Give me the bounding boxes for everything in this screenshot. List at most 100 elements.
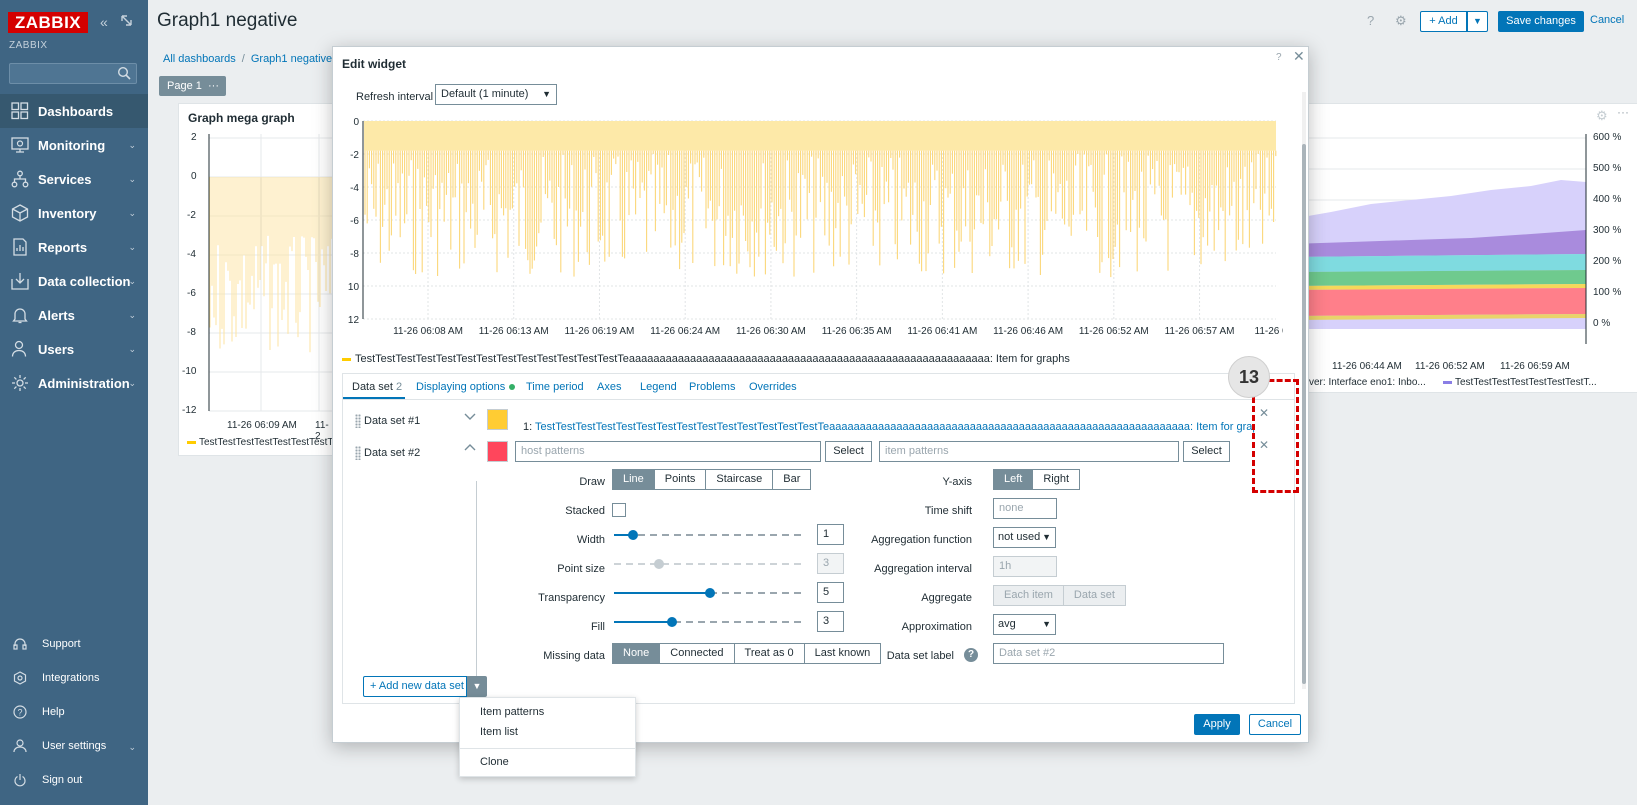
sidebar-item-alerts[interactable]: Alerts ⌄	[0, 298, 148, 332]
sidebar-search-input[interactable]	[9, 63, 137, 84]
help-icon[interactable]: ?	[1276, 52, 1282, 63]
cancel-edit-link[interactable]: Cancel	[1590, 14, 1624, 26]
draw-label: Draw	[579, 476, 605, 488]
drag-handle-icon[interactable]	[355, 414, 361, 428]
tab-problems[interactable]: Problems	[689, 381, 735, 393]
breadcrumb-all-dashboards[interactable]: All dashboards	[163, 53, 236, 65]
sidebar-item-users[interactable]: Users ⌄	[0, 332, 148, 366]
page-title: Graph1 negative	[157, 10, 298, 31]
menu-item-clone[interactable]: Clone	[480, 756, 509, 768]
menu-item-item-patterns[interactable]: Item patterns	[480, 706, 544, 718]
y-axis-toggle[interactable]: Left Right	[993, 469, 1081, 490]
add-data-set-dropdown-button[interactable]: ▼	[467, 676, 487, 697]
missing-data-toggle[interactable]: None Connected Treat as 0 Last known	[612, 643, 882, 664]
gear-icon[interactable]: ⚙	[1395, 13, 1407, 29]
select-items-button[interactable]: Select	[1183, 441, 1230, 462]
stacked-checkbox[interactable]	[612, 503, 626, 517]
legend-item: TestTestTestTestTestTestTestTest	[187, 437, 346, 448]
tab-displaying-options[interactable]: Displaying options	[416, 381, 516, 393]
sidebar-item-data-collection[interactable]: Data collection ⌄	[0, 264, 148, 298]
point-size-input[interactable]: 3	[817, 553, 844, 574]
item-patterns-input[interactable]: item patterns	[879, 441, 1179, 462]
chevron-down-icon[interactable]	[464, 410, 476, 425]
help-icon[interactable]: ?	[1367, 13, 1374, 28]
add-dropdown-button[interactable]: ▼	[1467, 11, 1488, 32]
refresh-interval-select[interactable]: Default (1 minute) ▼	[435, 84, 557, 105]
integrations-icon	[12, 670, 28, 686]
aggregation-interval-input[interactable]: 1h	[993, 556, 1057, 577]
add-new-data-set-button[interactable]: + Add new data set	[363, 676, 467, 697]
sidebar-item-monitoring[interactable]: Monitoring ⌄	[0, 128, 148, 162]
zabbix-logo[interactable]: ZABBIX	[8, 12, 88, 33]
sidebar-item-inventory[interactable]: Inventory ⌄	[0, 196, 148, 230]
draw-bar-option[interactable]: Bar	[772, 469, 812, 490]
chevron-up-icon[interactable]	[464, 442, 476, 457]
y-axis-right-option[interactable]: Right	[1032, 469, 1081, 490]
slider-knob[interactable]	[705, 588, 715, 598]
aggregate-each-item-option[interactable]: Each item	[993, 585, 1064, 606]
sidebar-item-integrations[interactable]: Integrations	[0, 663, 148, 693]
missing-connected-option[interactable]: Connected	[659, 643, 735, 664]
slider-knob[interactable]	[667, 617, 677, 627]
search-icon[interactable]	[117, 66, 131, 83]
sidebar-item-sign-out[interactable]: Sign out	[0, 765, 148, 795]
host-patterns-input[interactable]: host patterns	[515, 441, 821, 462]
sidebar-item-user-settings[interactable]: User settings ⌄	[0, 731, 148, 761]
width-input[interactable]: 1	[817, 524, 844, 545]
draw-points-option[interactable]: Points	[653, 469, 707, 490]
y-axis-left-option[interactable]: Left	[993, 469, 1034, 490]
tab-data-set[interactable]: Data set 2	[352, 381, 402, 393]
dataset-1-color-picker[interactable]	[487, 409, 508, 430]
aggregate-data-set-option[interactable]: Data set	[1062, 585, 1126, 606]
select-hosts-button[interactable]: Select	[825, 441, 872, 462]
sidebar-item-dashboards[interactable]: Dashboards	[0, 94, 148, 128]
sidebar-item-reports[interactable]: Reports ⌄	[0, 230, 148, 264]
scrollbar-thumb[interactable]	[1302, 144, 1306, 684]
time-shift-input[interactable]: none	[993, 498, 1057, 519]
approximation-select[interactable]: avg ▼	[993, 614, 1056, 635]
dataset-1-item-name[interactable]: TestTestTestTestTestTestTestTestTestTest…	[535, 421, 1255, 433]
sidebar-item-administration[interactable]: Administration ⌄	[0, 366, 148, 400]
missing-none-option[interactable]: None	[612, 643, 661, 664]
drag-handle-icon[interactable]	[355, 446, 361, 460]
data-set-label-input[interactable]: Data set #2	[993, 643, 1224, 664]
draw-type-toggle[interactable]: Line Points Staircase Bar	[612, 469, 812, 490]
help-icon[interactable]: ?	[964, 648, 978, 662]
slider-knob[interactable]	[654, 559, 664, 569]
menu-item-item-list[interactable]: Item list	[480, 726, 518, 738]
fill-slider[interactable]	[614, 616, 806, 628]
point-size-slider[interactable]	[614, 558, 806, 570]
missing-last-known-option[interactable]: Last known	[803, 643, 882, 664]
missing-treat-as-0-option[interactable]: Treat as 0	[733, 643, 805, 664]
fill-input[interactable]: 3	[817, 611, 844, 632]
tab-overrides[interactable]: Overrides	[749, 381, 797, 393]
apply-button[interactable]: Apply	[1194, 714, 1240, 735]
transparency-slider[interactable]	[614, 587, 806, 599]
collapse-sidebar-icon[interactable]: «	[100, 14, 108, 30]
close-icon[interactable]: ✕	[1293, 48, 1305, 65]
add-button[interactable]: + Add	[1420, 11, 1467, 32]
dataset-1-item[interactable]: 1: TestTestTestTestTestTestTestTestTestT…	[523, 421, 1255, 433]
more-options-icon[interactable]: ···	[208, 76, 219, 96]
save-changes-button[interactable]: Save changes	[1498, 11, 1584, 32]
tab-legend[interactable]: Legend	[640, 381, 677, 393]
slider-knob[interactable]	[628, 530, 638, 540]
sidebar-item-help[interactable]: ? Help	[0, 697, 148, 727]
breadcrumb-current[interactable]: Graph1 negative	[251, 53, 332, 65]
draw-line-option[interactable]: Line	[612, 469, 655, 490]
aggregation-function-select[interactable]: not used ▼	[993, 527, 1056, 548]
y-tick: -12	[348, 315, 359, 326]
tab-time-period[interactable]: Time period	[526, 381, 584, 393]
dialog-scrollbar[interactable]	[1302, 92, 1306, 689]
transparency-input[interactable]: 5	[817, 582, 844, 603]
sidebar-item-support[interactable]: Support	[0, 629, 148, 659]
width-slider[interactable]	[614, 529, 806, 541]
dashboard-page-tab[interactable]: Page 1 ···	[159, 76, 226, 96]
cancel-button[interactable]: Cancel	[1249, 714, 1301, 735]
aggregate-toggle[interactable]: Each item Data set	[993, 585, 1126, 606]
sidebar-item-services[interactable]: Services ⌄	[0, 162, 148, 196]
dataset-2-color-picker[interactable]	[487, 441, 508, 462]
tab-axes[interactable]: Axes	[597, 381, 621, 393]
draw-staircase-option[interactable]: Staircase	[705, 469, 774, 490]
kiosk-mode-icon[interactable]	[120, 14, 133, 30]
